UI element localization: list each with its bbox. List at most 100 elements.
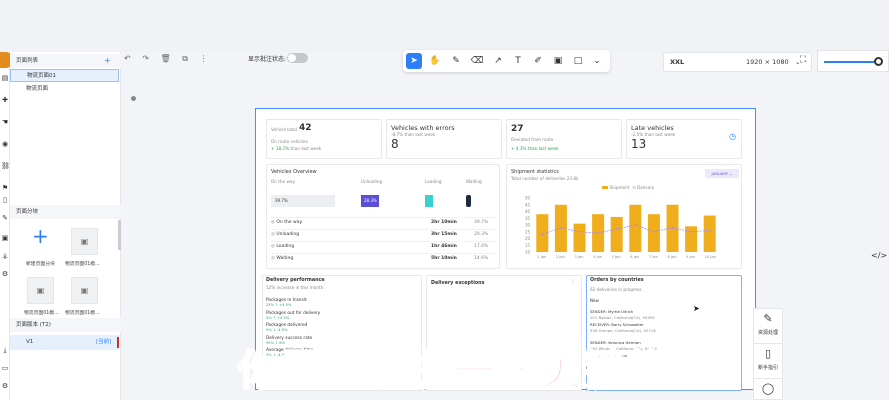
page-list-panel: 页面列表 + 物流页面01 物流页面 页面分块 + 新建页面分块 ▣ 物流页面0… xyxy=(10,52,121,400)
gear-icon[interactable]: ⚙ xyxy=(1,382,9,390)
rectangle-icon[interactable]: □ xyxy=(570,53,586,69)
bar-shipment xyxy=(573,223,586,252)
stack-bar-loading xyxy=(425,195,433,207)
card-title: Delivery exceptions xyxy=(431,281,485,286)
x-tick-label: 9 Jan xyxy=(686,255,695,259)
zoom-slider[interactable] xyxy=(817,50,889,72)
x-tick-label: 1 Jan xyxy=(537,255,546,259)
resource-button[interactable]: ✎ 资源处理 xyxy=(753,308,783,348)
add-block-icon[interactable]: + xyxy=(32,226,49,246)
image-icon: ▣ xyxy=(80,286,89,295)
add-icon[interactable]: ✚ xyxy=(1,96,9,104)
text-icon[interactable]: T xyxy=(510,53,526,69)
more-icon[interactable]: ⋮ xyxy=(199,54,207,63)
flag-icon[interactable]: ⚑ xyxy=(1,184,9,192)
stack-bar-on-the-way: 39.7% xyxy=(271,195,335,207)
more-icon[interactable]: ⋮ xyxy=(570,279,576,286)
point-delivery xyxy=(671,226,674,229)
phase-label: On the way xyxy=(271,179,295,184)
order-line: 939 Orange, California(CA), 92718 xyxy=(590,328,656,333)
tree-icon[interactable]: ⚶ xyxy=(1,252,9,260)
y-tick-label: 20 xyxy=(525,236,531,241)
x-tick-label: 4 Jan xyxy=(593,255,602,259)
point-delivery xyxy=(541,233,544,236)
block-label: 物流页面01模... xyxy=(65,262,100,267)
download-icon[interactable]: ⤓ xyxy=(1,346,9,354)
delete-icon[interactable]: 🗑 xyxy=(161,54,171,63)
annotation-toggle[interactable] xyxy=(287,53,308,63)
hand-icon[interactable]: ☚ xyxy=(1,118,9,126)
page-icon[interactable]: ▤ xyxy=(1,74,9,82)
card-title: Vehicles Overview xyxy=(271,169,317,175)
kpi-delta: + 4.3% than last week xyxy=(511,146,559,151)
version-row[interactable]: V1 [当前] xyxy=(10,335,119,350)
block-thumb[interactable]: ▣ xyxy=(71,277,98,304)
add-page-button[interactable]: + xyxy=(104,54,111,68)
image-icon[interactable]: ▣ xyxy=(550,53,566,69)
mobile-icon[interactable]: ▯ xyxy=(1,196,9,204)
link-icon[interactable]: ⛓ xyxy=(1,162,10,170)
arrow-icon[interactable]: ↗ xyxy=(490,53,506,69)
doc-icon[interactable]: ▭ xyxy=(1,364,9,372)
orders-tab[interactable]: New xyxy=(590,298,599,303)
row-label: Waiting xyxy=(276,256,294,261)
version-badge: [当前] xyxy=(96,339,112,345)
chevron-down-icon[interactable]: ⌄ xyxy=(589,53,605,69)
row-time: 3hr 15min xyxy=(431,232,457,237)
x-tick-label: 6 Jan xyxy=(630,255,639,259)
x-tick-label: 2 Jan xyxy=(556,255,565,259)
screen-size-select[interactable]: XXL 1920 × 1080 ⌄ xyxy=(663,52,812,72)
kpi-card: 27 Deviated from route + 4.3% than last … xyxy=(506,119,622,159)
card-title: Orders by countries xyxy=(590,278,644,283)
row-pct: 39.7% xyxy=(474,220,489,225)
order-line: 101 Boston, California(CA), 95959 xyxy=(590,315,655,320)
block-thumb[interactable]: ▣ xyxy=(27,277,54,304)
page-item[interactable]: 物流页面 xyxy=(10,83,119,96)
pencil-icon[interactable]: ✎ xyxy=(448,53,464,69)
performance-item: Packages out for delivery 5% ↑ +4.5% xyxy=(266,311,416,321)
versions-header: 页面版本 (T2) xyxy=(10,318,121,332)
annotation-label: 显示批注状态: xyxy=(248,56,287,63)
y-tick-label: 45 xyxy=(525,202,531,207)
eraser-icon[interactable]: ⌫ xyxy=(469,53,485,69)
bar-shipment xyxy=(647,214,660,252)
row-label: Loading xyxy=(276,244,295,249)
settings-icon[interactable]: ⚙ xyxy=(1,270,9,278)
pen-icon[interactable]: ✎ xyxy=(1,214,9,222)
month-dropdown[interactable]: JANUARY ⌄ xyxy=(705,169,739,178)
image-icon[interactable]: ▣ xyxy=(1,234,9,242)
redo-icon[interactable]: ↷ xyxy=(142,54,149,63)
hand-icon[interactable]: ✋ xyxy=(427,53,443,69)
y-tick-label: 40 xyxy=(525,209,531,214)
top-band xyxy=(0,0,889,52)
y-tick-label: 25 xyxy=(525,229,531,234)
page-item[interactable]: 物流页面01 xyxy=(10,69,119,82)
kpi-value: 42 xyxy=(299,123,312,133)
kpi-card: Late vehicles 13 -2.5% than last week ◷ xyxy=(626,119,742,159)
block-label: 物流页面01模... xyxy=(65,311,100,316)
copy-icon[interactable]: ⧉ xyxy=(182,54,188,63)
shipment-statistics-card: Shipment statistics Total number of deli… xyxy=(506,164,742,269)
select-cursor-icon[interactable]: ➤ xyxy=(406,53,422,69)
fullscreen-icon[interactable]: ⛶ xyxy=(800,55,806,65)
size-dims: 1920 × 1080 xyxy=(746,58,789,66)
undo-icon[interactable]: ↶ xyxy=(124,54,131,63)
order-line: RECEIVER: Barry Schowalter xyxy=(590,322,644,327)
new-block-label[interactable]: 新建页面分块 xyxy=(26,260,55,267)
palette-icon[interactable]: ◉ xyxy=(1,140,9,148)
row-icon: ◎ xyxy=(271,244,275,249)
code-icon[interactable]: </> xyxy=(871,251,887,260)
zoom-handle[interactable] xyxy=(874,57,883,66)
stack-bar-unloading: 28.3% xyxy=(361,195,379,207)
block-thumb[interactable]: ▣ xyxy=(71,228,98,255)
chat-button[interactable]: ◯ xyxy=(753,378,783,400)
guide-button[interactable]: ▯ 新手指引 xyxy=(753,343,783,383)
edit-icon[interactable]: ✐ xyxy=(530,53,546,69)
row-icon: ◎ xyxy=(271,232,275,237)
card-subtitle: 12% increase in this month xyxy=(266,285,324,290)
clock-icon: ◷ xyxy=(729,132,736,141)
edit-toolbar: ↶ ↷ 🗑 ⧉ ⋮ xyxy=(124,54,207,64)
overview-row: ◎ Unloading 3hr 15min 28.3% xyxy=(271,229,497,239)
card-subtitle: 62 deliveries in progress xyxy=(590,287,642,292)
kpi-note: Deviated from route xyxy=(511,137,554,142)
